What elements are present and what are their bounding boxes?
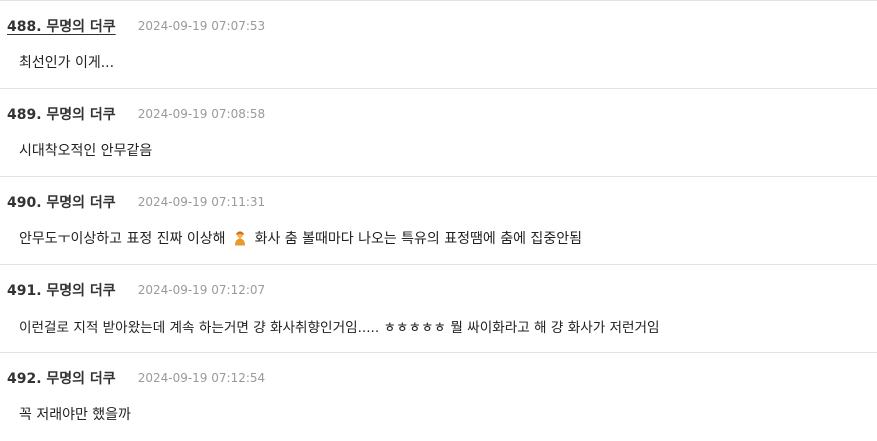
comment-header: 492. 무명의 더쿠 2024-09-19 07:12:54 bbox=[7, 367, 265, 389]
comment-timestamp: 2024-09-19 07:07:53 bbox=[137, 19, 266, 33]
comment-timestamp: 2024-09-19 07:12:54 bbox=[137, 371, 266, 385]
comment-item: 492. 무명의 더쿠 2024-09-19 07:12:54 꼭 저래야만 했… bbox=[0, 353, 877, 441]
comment-body: 꼭 저래야만 했을까 bbox=[19, 407, 131, 423]
comment-author-link[interactable]: 491. 무명의 더쿠 bbox=[7, 280, 116, 300]
comment-item: 490. 무명의 더쿠 2024-09-19 07:11:31 안무도ㅜ이상하고… bbox=[0, 177, 877, 265]
comment-list: 488. 무명의 더쿠 2024-09-19 07:07:53 최선인가 이게.… bbox=[0, 0, 877, 439]
comment-timestamp: 2024-09-19 07:08:58 bbox=[137, 107, 266, 121]
comment-timestamp: 2024-09-19 07:11:31 bbox=[137, 195, 266, 209]
comment-header: 489. 무명의 더쿠 2024-09-19 07:08:58 bbox=[7, 103, 265, 125]
person-gesturing-icon bbox=[233, 230, 247, 246]
comment-item: 488. 무명의 더쿠 2024-09-19 07:07:53 최선인가 이게.… bbox=[0, 1, 877, 89]
comment-body: 최선인가 이게... bbox=[19, 55, 115, 71]
comment-item: 491. 무명의 더쿠 2024-09-19 07:12:07 이런걸로 지적 … bbox=[0, 265, 877, 353]
comment-author-link[interactable]: 492. 무명의 더쿠 bbox=[7, 368, 116, 388]
comment-author-link[interactable]: 489. 무명의 더쿠 bbox=[7, 104, 116, 124]
comment-body: 이런걸로 지적 받아왔는데 계속 하는거면 걍 화사취향인거임..... ㅎㅎㅎ… bbox=[19, 320, 660, 336]
comment-author-link[interactable]: 488. 무명의 더쿠 bbox=[7, 16, 116, 36]
comment-header: 491. 무명의 더쿠 2024-09-19 07:12:07 bbox=[7, 279, 265, 301]
comment-author-link[interactable]: 490. 무명의 더쿠 bbox=[7, 192, 116, 212]
comment-body-text-after: 화사 춤 볼때마다 나오는 특유의 표정땜에 춤에 집중안됨 bbox=[254, 231, 582, 247]
comment-body-text-before: 안무도ㅜ이상하고 표정 진짜 이상해 bbox=[19, 231, 226, 247]
comment-item: 489. 무명의 더쿠 2024-09-19 07:08:58 시대착오적인 안… bbox=[0, 89, 877, 177]
comment-body: 안무도ㅜ이상하고 표정 진짜 이상해 화사 춤 볼때마다 나오는 특유의 표정땜… bbox=[19, 228, 582, 248]
comment-header: 490. 무명의 더쿠 2024-09-19 07:11:31 bbox=[7, 191, 265, 213]
comment-body: 시대착오적인 안무같음 bbox=[19, 143, 153, 159]
comment-timestamp: 2024-09-19 07:12:07 bbox=[137, 283, 266, 297]
comment-header: 488. 무명의 더쿠 2024-09-19 07:07:53 bbox=[7, 15, 265, 37]
